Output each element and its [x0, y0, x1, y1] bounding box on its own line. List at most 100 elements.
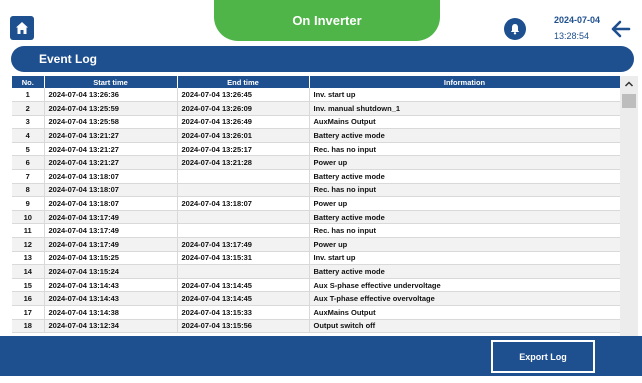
table-row[interactable]: 5 2024-07-04 13:21:27 2024-07-04 13:25:1… [12, 142, 620, 157]
end-time-cell: 2024-07-04 13:25:17 [177, 142, 310, 157]
end-time-cell [177, 169, 310, 184]
export-log-button[interactable]: Export Log [491, 340, 595, 373]
table-row[interactable]: 2 2024-07-04 13:25:59 2024-07-04 13:26:0… [12, 101, 620, 116]
information-cell: Battery active mode [309, 128, 620, 143]
start-time-cell: 2024-07-04 13:17:49 [44, 210, 178, 225]
information-cell: Inv. start up [309, 251, 620, 266]
end-time-cell: 2024-07-04 13:18:07 [177, 196, 310, 211]
start-time-cell: 2024-07-04 13:21:27 [44, 128, 178, 143]
table-row[interactable]: 6 2024-07-04 13:21:27 2024-07-04 13:21:2… [12, 155, 620, 171]
start-time-cell: 2024-07-04 13:14:43 [44, 291, 178, 306]
table-row[interactable]: 10 2024-07-04 13:17:49 Battery active mo… [12, 210, 620, 225]
start-time-cell: 2024-07-04 13:12:34 [44, 319, 178, 334]
column-header-information: Information [309, 76, 620, 88]
start-time-cell: 2024-07-04 13:18:07 [44, 183, 178, 198]
back-button[interactable] [611, 20, 631, 38]
start-time-cell: 2024-07-04 13:17:49 [44, 237, 178, 252]
table-row[interactable]: 18 2024-07-04 13:12:34 2024-07-04 13:15:… [12, 319, 620, 334]
information-cell: Power up [309, 237, 620, 252]
row-number: 6 [12, 155, 45, 171]
end-time-cell: 2024-07-04 13:14:45 [177, 278, 310, 293]
row-number: 3 [12, 115, 45, 130]
column-header-start-time: Start time [44, 76, 178, 88]
column-header-end-time: End time [177, 76, 310, 88]
table-row[interactable]: 7 2024-07-04 13:18:07 Battery active mod… [12, 169, 620, 184]
start-time-cell: 2024-07-04 13:25:59 [44, 101, 178, 116]
table-row[interactable]: 9 2024-07-04 13:18:07 2024-07-04 13:18:0… [12, 196, 620, 211]
chevron-up-icon [624, 81, 634, 87]
information-cell: Inv. start up [309, 88, 620, 103]
start-time-cell: 2024-07-04 13:15:25 [44, 251, 178, 266]
home-icon [16, 22, 28, 34]
table-row[interactable]: 15 2024-07-04 13:14:43 2024-07-04 13:14:… [12, 278, 620, 293]
row-number: 17 [12, 305, 45, 320]
start-time-cell: 2024-07-04 13:15:24 [44, 264, 178, 279]
start-time-cell: 2024-07-04 13:25:58 [44, 115, 178, 130]
end-time-cell: 2024-07-04 13:26:45 [177, 88, 310, 103]
row-number: 9 [12, 196, 45, 211]
table-row[interactable]: 1 2024-07-04 13:26:36 2024-07-04 13:26:4… [12, 88, 620, 103]
bell-icon [510, 24, 520, 35]
end-time-cell: 2024-07-04 13:26:49 [177, 115, 310, 130]
row-number: 12 [12, 237, 45, 252]
row-number: 15 [12, 278, 45, 293]
scrollbar-thumb[interactable] [622, 94, 636, 108]
home-button[interactable] [10, 16, 34, 40]
end-time-cell [177, 264, 310, 279]
end-time-cell [177, 210, 310, 225]
start-time-cell: 2024-07-04 13:26:36 [44, 88, 178, 103]
table-row[interactable]: 17 2024-07-04 13:14:38 2024-07-04 13:15:… [12, 305, 620, 320]
end-time-cell: 2024-07-04 13:26:09 [177, 101, 310, 116]
bottom-edge [0, 376, 642, 383]
start-time-cell: 2024-07-04 13:14:43 [44, 278, 178, 293]
start-time-cell: 2024-07-04 13:17:49 [44, 223, 178, 239]
table-scrollbar[interactable] [620, 76, 638, 336]
information-cell: AuxMains Output [309, 305, 620, 320]
row-number: 5 [12, 142, 45, 157]
status-banner: On Inverter [214, 0, 440, 41]
start-time-cell: 2024-07-04 13:18:07 [44, 169, 178, 184]
page-title-bar: Event Log [11, 46, 634, 72]
table-row[interactable]: 14 2024-07-04 13:15:24 Battery active mo… [12, 264, 620, 279]
information-cell: Aux T-phase effective overvoltage [309, 291, 620, 306]
information-cell: Battery active mode [309, 169, 620, 184]
page-title: Event Log [39, 52, 98, 66]
row-number: 2 [12, 101, 45, 116]
information-cell: Rec. has no input [309, 142, 620, 157]
table-row[interactable]: 11 2024-07-04 13:17:49 Rec. has no input [12, 223, 620, 239]
end-time-cell: 2024-07-04 13:15:33 [177, 305, 310, 320]
information-cell: Power up [309, 196, 620, 211]
table-row[interactable]: 8 2024-07-04 13:18:07 Rec. has no input [12, 183, 620, 198]
end-time-cell: 2024-07-04 13:26:01 [177, 128, 310, 143]
end-time-cell: 2024-07-04 13:15:31 [177, 251, 310, 266]
alarm-button[interactable] [504, 18, 526, 40]
start-time-cell: 2024-07-04 13:18:07 [44, 196, 178, 211]
table-row[interactable]: 16 2024-07-04 13:14:43 2024-07-04 13:14:… [12, 291, 620, 306]
table-row[interactable]: 12 2024-07-04 13:17:49 2024-07-04 13:17:… [12, 237, 620, 252]
information-cell: Power up [309, 155, 620, 171]
end-time-cell [177, 183, 310, 198]
information-cell: Inv. manual shutdown_1 [309, 101, 620, 116]
scroll-up-button[interactable] [620, 76, 638, 92]
row-number: 10 [12, 210, 45, 225]
information-cell: Aux S-phase effective undervoltage [309, 278, 620, 293]
table-header-row: No. Start time End time Information [12, 76, 620, 88]
start-time-cell: 2024-07-04 13:21:27 [44, 155, 178, 171]
row-number: 7 [12, 169, 45, 184]
table-row[interactable]: 13 2024-07-04 13:15:25 2024-07-04 13:15:… [12, 251, 620, 266]
information-cell: Rec. has no input [309, 223, 620, 239]
start-time-cell: 2024-07-04 13:21:27 [44, 142, 178, 157]
start-time-cell: 2024-07-04 13:14:38 [44, 305, 178, 320]
end-time-cell: 2024-07-04 13:14:45 [177, 291, 310, 306]
row-number: 4 [12, 128, 45, 143]
event-log-table: No. Start time End time Information 1 20… [12, 76, 620, 334]
table-row[interactable]: 3 2024-07-04 13:25:58 2024-07-04 13:26:4… [12, 115, 620, 130]
row-number: 8 [12, 183, 45, 198]
information-cell: Output switch off [309, 319, 620, 334]
event-log-table-container: No. Start time End time Information 1 20… [12, 76, 620, 336]
row-number: 18 [12, 319, 45, 334]
current-date: 2024-07-04 [554, 15, 601, 25]
column-header-no: No. [12, 76, 45, 88]
back-arrow-icon [611, 20, 631, 38]
table-row[interactable]: 4 2024-07-04 13:21:27 2024-07-04 13:26:0… [12, 128, 620, 143]
